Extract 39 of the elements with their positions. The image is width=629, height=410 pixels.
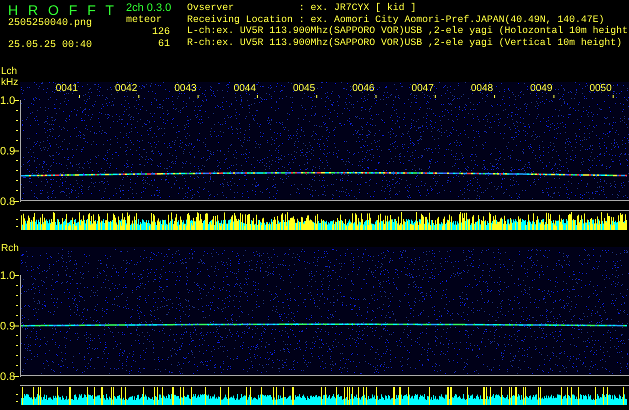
frequency-label: 0.9 bbox=[0, 146, 16, 158]
time-label: 0042 bbox=[115, 83, 138, 94]
meteor-count: 61 bbox=[158, 39, 170, 51]
unit-label: kHz bbox=[1, 77, 18, 88]
station-info-line: L-ch:ex. UV5R 113.900Mhz(SAPPORO VOR)USB ,2-ele yagi (Holozontal 10m height bbox=[187, 25, 628, 36]
meteor-label: meteor bbox=[126, 15, 162, 27]
frequency-label: 0.9 bbox=[0, 320, 16, 332]
time-tick bbox=[79, 95, 80, 98]
app-title: H R O F F T bbox=[8, 2, 117, 18]
time-tick bbox=[612, 95, 614, 98]
time-tick bbox=[198, 95, 199, 98]
time-tick bbox=[494, 95, 496, 98]
station-info-line: R-ch:ex. UV5R 113.900Mhz(SAPPORO VOR)USB ,2-ele yagi (Vertical 10m height) bbox=[187, 36, 624, 48]
time-tick bbox=[138, 95, 140, 98]
station-info-line: Receiving Location : ex. Aomori City Aomori-Pref.JAPAN(40.49N, 140.47E) bbox=[187, 14, 606, 25]
time-tick bbox=[316, 95, 318, 98]
time-tick bbox=[553, 95, 554, 98]
time-tick bbox=[256, 95, 258, 98]
time-label: 0050 bbox=[589, 83, 612, 94]
time-label: 0048 bbox=[470, 83, 494, 94]
time-label: 0044 bbox=[234, 83, 256, 94]
version-label: 2ch 0.3.0 bbox=[126, 2, 172, 15]
frequency-label: 0.8 bbox=[0, 371, 16, 383]
time-label: 0045 bbox=[292, 83, 316, 94]
time-label: 0041 bbox=[56, 83, 78, 94]
frequency-label: 1.0 bbox=[0, 95, 16, 107]
date-time: 25.05.25 00:40 bbox=[8, 40, 94, 52]
time-label: 0047 bbox=[412, 83, 434, 94]
channel-label: Lch bbox=[1, 66, 18, 77]
time-label: 0046 bbox=[352, 83, 374, 94]
channel-label: Rch bbox=[1, 243, 19, 254]
frequency-label: 1.0 bbox=[0, 270, 16, 282]
time-label: 0043 bbox=[174, 83, 197, 94]
frequency-label: 0.8 bbox=[0, 196, 16, 208]
meteor-count: 126 bbox=[152, 27, 170, 39]
station-info-line: Ovserver : ex. JR7CYX [ kid ] bbox=[187, 2, 418, 14]
file-name: 2505250040.png bbox=[8, 18, 94, 30]
time-label: 0049 bbox=[530, 83, 552, 94]
time-tick bbox=[434, 95, 436, 98]
